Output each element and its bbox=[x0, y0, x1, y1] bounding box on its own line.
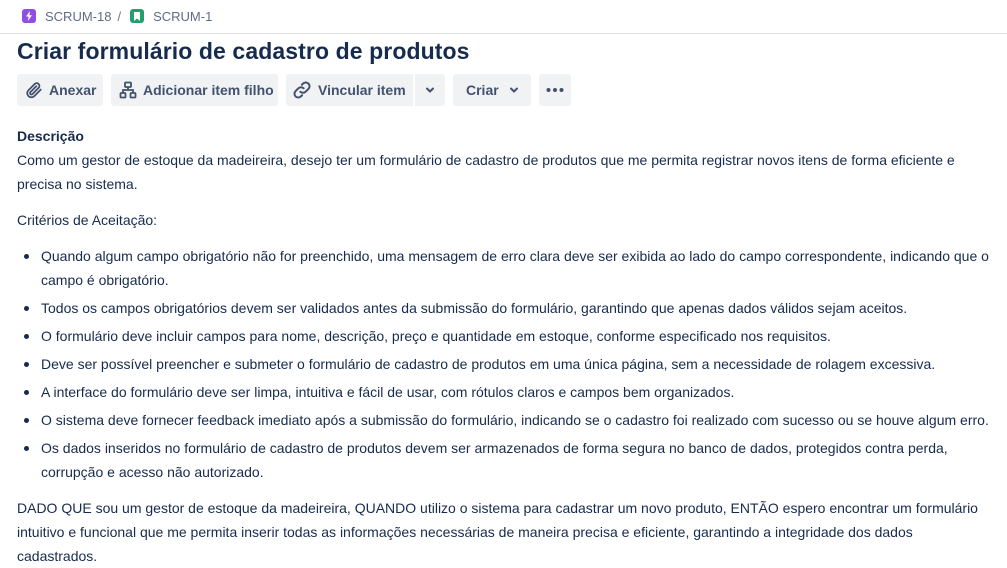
more-actions-button[interactable] bbox=[539, 74, 571, 106]
description-section[interactable]: Descrição Como um gestor de estoque da m… bbox=[17, 124, 992, 568]
list-item: O formulário deve incluir campos para no… bbox=[17, 324, 992, 348]
hierarchy-icon bbox=[119, 81, 137, 99]
header-divider bbox=[0, 33, 1007, 34]
add-child-item-button[interactable]: Adicionar item filho bbox=[111, 74, 278, 106]
given-when-then-text: DADO QUE sou um gestor de estoque da mad… bbox=[17, 500, 978, 564]
link-item-button[interactable]: Vincular item bbox=[286, 74, 413, 106]
create-button[interactable]: Criar bbox=[453, 74, 531, 106]
add-child-item-label: Adicionar item filho bbox=[143, 82, 274, 98]
create-label: Criar bbox=[466, 82, 499, 98]
breadcrumb-label[interactable]: SCRUM-1 bbox=[153, 9, 212, 24]
story-icon bbox=[130, 9, 145, 23]
list-item: Os dados inseridos no formulário de cada… bbox=[17, 436, 992, 484]
list-item: Todos os campos obrigatórios devem ser v… bbox=[17, 296, 992, 320]
chevron-down-icon bbox=[424, 84, 436, 96]
chevron-down-icon bbox=[508, 84, 520, 96]
link-item-dropdown-button[interactable] bbox=[413, 74, 445, 106]
breadcrumb-item-epic[interactable]: SCRUM-18 bbox=[22, 9, 111, 24]
list-item: A interface do formulário deve ser limpa… bbox=[17, 380, 992, 404]
link-item-label: Vincular item bbox=[318, 82, 406, 98]
list-item: Deve ser possível preencher e submeter o… bbox=[17, 352, 992, 376]
list-item: Quando algum campo obrigatório não for p… bbox=[17, 244, 992, 292]
description-heading: Descrição bbox=[17, 128, 84, 144]
attach-button[interactable]: Anexar bbox=[17, 74, 103, 106]
acceptance-criteria-heading: Critérios de Aceitação: bbox=[17, 212, 158, 228]
epic-icon bbox=[22, 9, 36, 23]
paperclip-icon bbox=[25, 81, 43, 99]
breadcrumb-separator: / bbox=[117, 8, 122, 24]
link-icon bbox=[292, 80, 312, 100]
breadcrumb-label[interactable]: SCRUM-18 bbox=[45, 9, 111, 24]
list-item: O sistema deve fornecer feedback imediat… bbox=[17, 408, 992, 432]
acceptance-criteria-list: Quando algum campo obrigatório não for p… bbox=[17, 244, 992, 484]
link-item-button-group: Vincular item bbox=[286, 74, 445, 106]
attach-label: Anexar bbox=[49, 82, 97, 98]
issue-title[interactable]: Criar formulário de cadastro de produtos bbox=[17, 36, 470, 66]
description-intro: Como um gestor de estoque da madeireira,… bbox=[17, 152, 955, 192]
breadcrumb-item-story[interactable]: SCRUM-1 bbox=[130, 9, 212, 24]
more-icon bbox=[545, 87, 565, 93]
breadcrumb: SCRUM-18 / SCRUM-1 bbox=[22, 7, 212, 25]
issue-toolbar: Anexar Adicionar item filho Vincular ite… bbox=[17, 74, 571, 106]
